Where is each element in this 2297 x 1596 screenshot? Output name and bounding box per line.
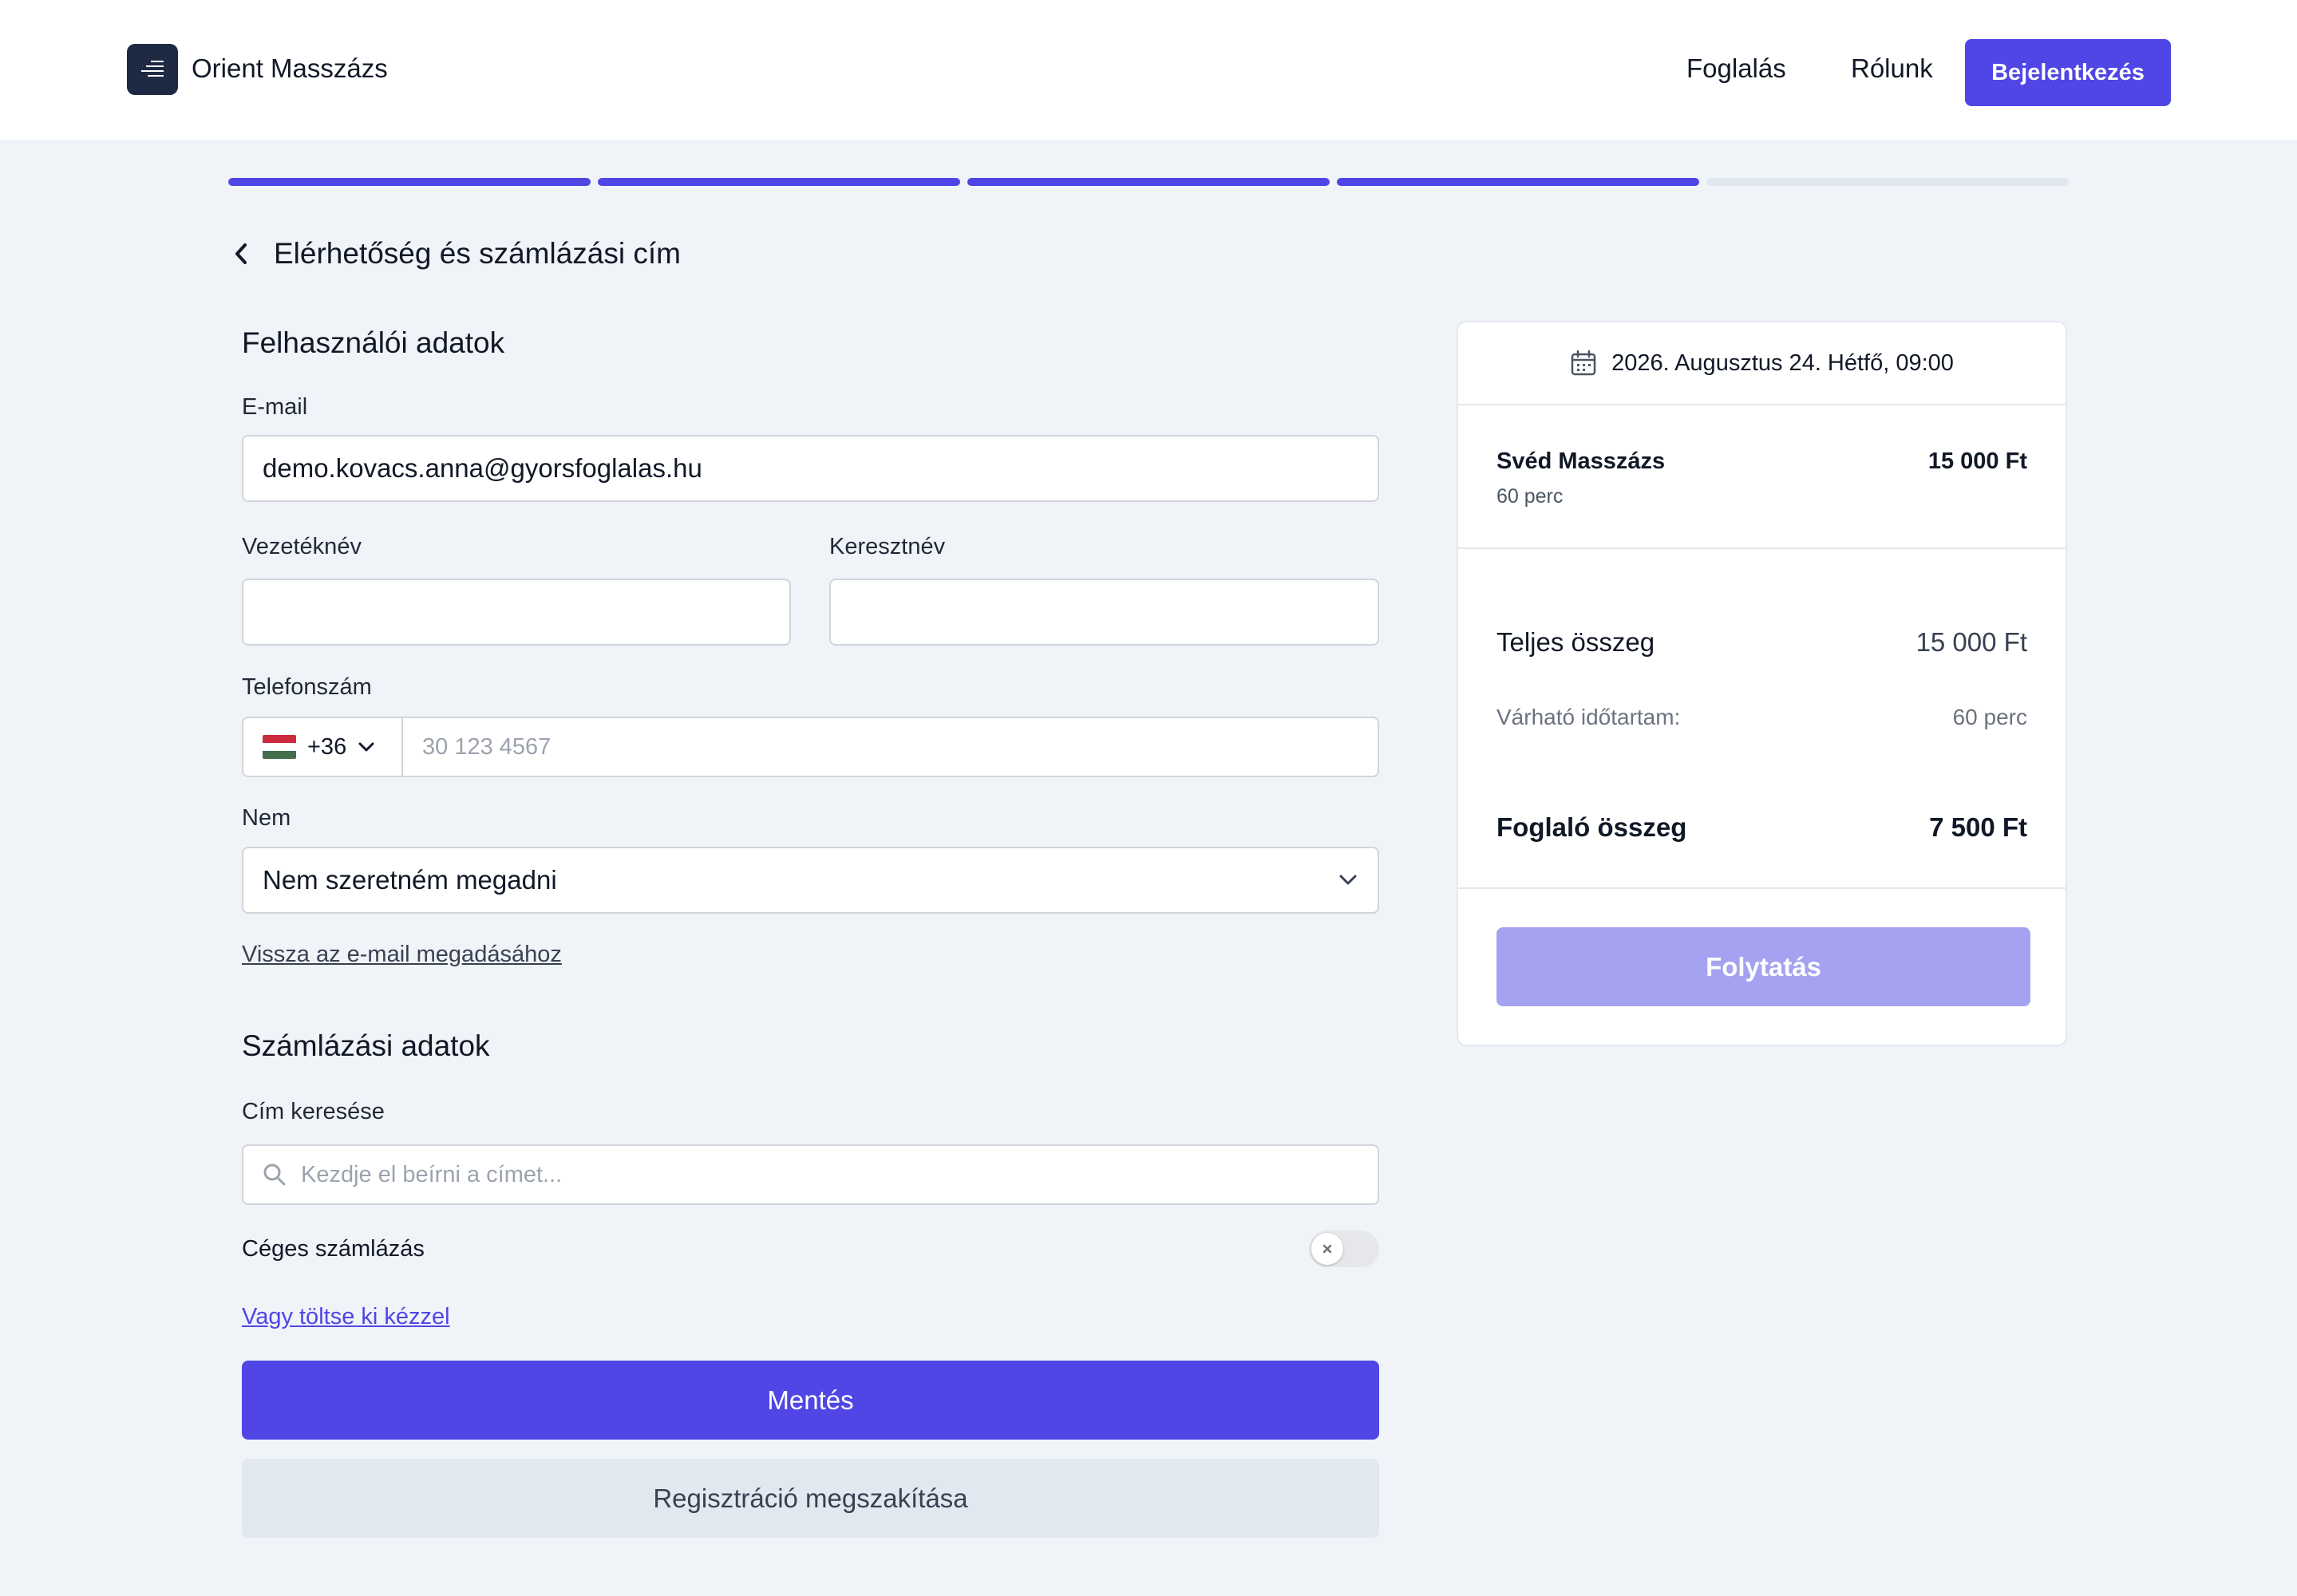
service-name: Svéd Masszázs — [1496, 448, 1666, 474]
email-label: E-mail — [242, 394, 308, 420]
service-price: 15 000 Ft — [1927, 448, 2027, 474]
step-progress-bar — [228, 178, 2069, 186]
address-search-label: Cím keresése — [242, 1099, 385, 1124]
chevron-left-icon — [235, 243, 247, 264]
nav-link-about[interactable]: Rólunk — [1851, 53, 1933, 85]
deposit-label: Foglaló összeg — [1496, 812, 1687, 842]
page-title: Elérhetőség és számlázási cím — [274, 237, 681, 270]
address-search-input[interactable] — [287, 1161, 1378, 1188]
progress-step-3 — [967, 178, 1330, 186]
gender-select[interactable]: Nem szeretném megadni — [242, 847, 1379, 914]
service-duration: 60 perc — [1496, 485, 1564, 508]
hungary-flag-icon — [263, 735, 296, 759]
last-name-label: Vezetéknév — [242, 534, 362, 559]
first-name-field[interactable] — [829, 579, 1379, 646]
cancel-registration-button[interactable]: Regisztráció megszakítása — [242, 1459, 1379, 1538]
brand-name[interactable]: Orient Masszázs — [192, 53, 388, 85]
booking-date: 2026. Augusztus 24. Hétfő, 09:00 — [1611, 350, 1954, 376]
total-label: Teljes összeg — [1496, 627, 1655, 657]
x-icon — [1322, 1244, 1332, 1254]
deposit-value: 7 500 Ft — [1929, 812, 2027, 842]
calendar-icon — [1571, 350, 1596, 376]
login-button[interactable]: Bejelentkezés — [1965, 39, 2171, 106]
duration-label: Várható időtartam: — [1496, 705, 1681, 729]
save-button[interactable]: Mentés — [242, 1361, 1379, 1440]
progress-step-2 — [598, 178, 960, 186]
back-to-email-link[interactable]: Vissza az e-mail megadásához — [242, 940, 562, 969]
chevron-down-icon — [358, 742, 374, 752]
search-icon — [263, 1163, 286, 1186]
toggle-knob — [1311, 1233, 1343, 1265]
card-divider — [1458, 887, 2066, 889]
last-name-field[interactable] — [242, 579, 791, 646]
user-data-section-title: Felhasználói adatok — [242, 326, 505, 359]
continue-button[interactable]: Folytatás — [1496, 927, 2030, 1006]
country-code-select[interactable]: +36 — [243, 718, 403, 776]
email-field[interactable] — [242, 435, 1379, 502]
progress-step-5 — [1706, 178, 2069, 186]
booking-date-row: 2026. Augusztus 24. Hétfő, 09:00 — [1458, 322, 2066, 405]
progress-step-4 — [1337, 178, 1699, 186]
company-billing-label: Céges számlázás — [242, 1236, 425, 1262]
phone-number-input[interactable] — [403, 718, 1378, 776]
phone-field-group: +36 — [242, 717, 1379, 777]
company-billing-toggle[interactable] — [1309, 1231, 1379, 1267]
logo-icon[interactable] — [127, 44, 178, 95]
total-value: 15 000 Ft — [1915, 627, 2027, 657]
card-divider — [1458, 547, 2066, 549]
duration-value: 60 perc — [1952, 705, 2027, 729]
first-name-label: Keresztnév — [829, 534, 946, 559]
gender-select-value: Nem szeretném megadni — [263, 865, 557, 895]
nav-link-booking[interactable]: Foglalás — [1686, 53, 1786, 85]
progress-step-1 — [228, 178, 591, 186]
booking-summary-card: 2026. Augusztus 24. Hétfő, 09:00 Svéd Ma… — [1457, 321, 2067, 1046]
top-navigation-bar: Orient Masszázs Foglalás Rólunk Bejelent… — [0, 0, 2297, 140]
country-dial-code: +36 — [307, 733, 347, 760]
chevron-down-icon — [1339, 875, 1357, 885]
phone-label: Telefonszám — [242, 674, 372, 700]
address-search-group — [242, 1144, 1379, 1205]
back-button[interactable] — [231, 238, 257, 270]
billing-section-title: Számlázási adatok — [242, 1029, 490, 1062]
manual-fill-link[interactable]: Vagy töltse ki kézzel — [242, 1302, 450, 1331]
gender-label: Nem — [242, 805, 291, 831]
